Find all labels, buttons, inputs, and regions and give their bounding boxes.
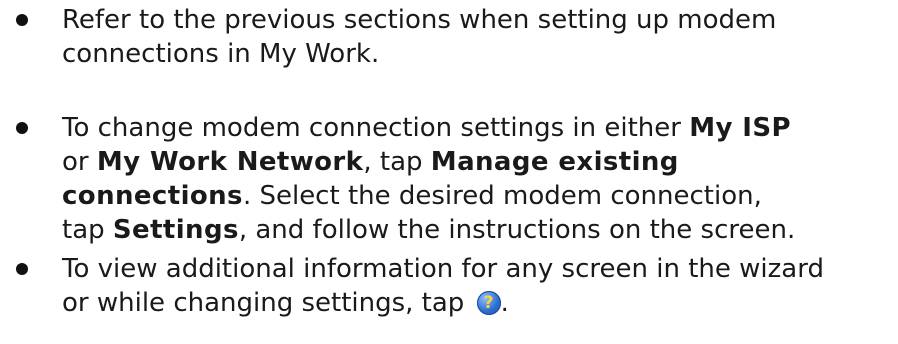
ui-term-my-isp: My ISP xyxy=(689,113,791,143)
text-line: To view additional information for any s… xyxy=(62,254,824,284)
text-run: . Select the desired modem connection, xyxy=(242,181,762,211)
ui-term-settings: Settings xyxy=(112,215,239,245)
text-line: connections in My Work. xyxy=(62,39,380,69)
text-run: To change modem connection settings in e… xyxy=(62,113,690,143)
bullet-text: Refer to the previous sections when sett… xyxy=(62,3,898,71)
text-run: . xyxy=(500,288,509,318)
text-line: To change modem connection settings in e… xyxy=(62,111,898,145)
help-icon xyxy=(476,291,501,315)
text-line: Refer to the previous sections when sett… xyxy=(62,5,777,35)
bullet-dot xyxy=(16,263,28,275)
text-run: or xyxy=(62,147,97,177)
bullet-text: To change modem connection settings in e… xyxy=(62,111,898,247)
text-run: or while changing settings, tap xyxy=(62,288,473,318)
text-line: connections. Select the desired modem co… xyxy=(62,179,898,213)
text-run: , and follow the instructions on the scr… xyxy=(238,215,796,245)
ui-term-connections: connections xyxy=(62,181,243,211)
bullet-text: To view additional information for any s… xyxy=(62,252,898,320)
text-line: tap Settings, and follow the instruction… xyxy=(62,213,898,247)
text-line: or My Work Network, tap Manage existing xyxy=(62,145,898,179)
ui-term-manage-existing: Manage existing xyxy=(430,147,679,177)
bullet-dot xyxy=(16,122,28,134)
text-line: or while changing settings, tap . xyxy=(62,286,898,320)
ui-term-my-work-network: My Work Network xyxy=(96,147,364,177)
bullet-dot xyxy=(16,14,28,26)
text-run: , tap xyxy=(363,147,431,177)
text-run: tap xyxy=(62,215,113,245)
